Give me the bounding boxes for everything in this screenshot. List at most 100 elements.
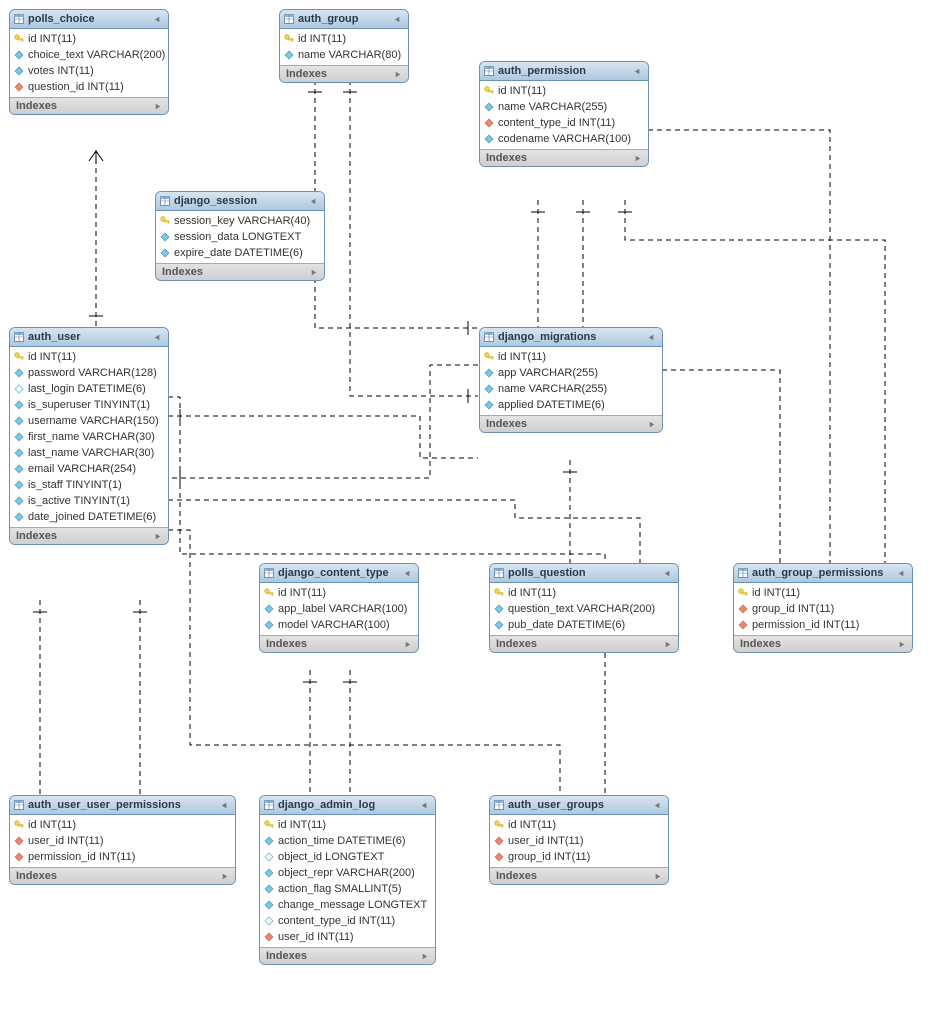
column[interactable]: id INT(11) [280,31,408,47]
table-header[interactable]: polls_choice [10,10,168,29]
column[interactable]: username VARCHAR(150) [10,413,168,429]
column[interactable]: choice_text VARCHAR(200) [10,47,168,63]
table-header[interactable]: auth_user_groups [490,796,668,815]
column[interactable]: object_repr VARCHAR(200) [260,865,435,881]
table-header[interactable]: django_session [156,192,324,211]
table-auth_user[interactable]: auth_user id INT(11) password VARCHAR(12… [9,327,169,545]
column[interactable]: id INT(11) [10,31,168,47]
table-auth_permission[interactable]: auth_permission id INT(11) name VARCHAR(… [479,61,649,167]
column[interactable]: change_message LONGTEXT [260,897,435,913]
column[interactable]: session_data LONGTEXT [156,229,324,245]
column[interactable]: id INT(11) [260,585,418,601]
column[interactable]: action_flag SMALLINT(5) [260,881,435,897]
column[interactable]: user_id INT(11) [10,833,235,849]
column[interactable]: codename VARCHAR(100) [480,131,648,147]
column[interactable]: date_joined DATETIME(6) [10,509,168,525]
collapse-icon[interactable] [653,801,662,810]
column[interactable]: group_id INT(11) [490,849,668,865]
column[interactable]: question_text VARCHAR(200) [490,601,678,617]
collapse-icon[interactable] [403,569,412,578]
column[interactable]: is_staff TINYINT(1) [10,477,168,493]
expand-icon[interactable] [420,952,429,961]
table-header[interactable]: auth_group [280,10,408,29]
column[interactable]: first_name VARCHAR(30) [10,429,168,445]
column[interactable]: id INT(11) [480,349,662,365]
column[interactable]: last_login DATETIME(6) [10,381,168,397]
table-django_session[interactable]: django_session session_key VARCHAR(40) s… [155,191,325,281]
indexes-section[interactable]: Indexes [10,527,168,544]
indexes-section[interactable]: Indexes [480,149,648,166]
expand-icon[interactable] [653,872,662,881]
collapse-icon[interactable] [309,197,318,206]
column[interactable]: user_id INT(11) [260,929,435,945]
indexes-section[interactable]: Indexes [734,635,912,652]
column[interactable]: name VARCHAR(255) [480,99,648,115]
column[interactable]: is_superuser TINYINT(1) [10,397,168,413]
table-header[interactable]: django_content_type [260,564,418,583]
column[interactable]: last_name VARCHAR(30) [10,445,168,461]
collapse-icon[interactable] [420,801,429,810]
expand-icon[interactable] [897,640,906,649]
expand-icon[interactable] [153,532,162,541]
column[interactable]: pub_date DATETIME(6) [490,617,678,633]
column[interactable]: id INT(11) [490,585,678,601]
column[interactable]: email VARCHAR(254) [10,461,168,477]
expand-icon[interactable] [220,872,229,881]
table-polls_choice[interactable]: polls_choice id INT(11) choice_text VARC… [9,9,169,115]
column[interactable]: votes INT(11) [10,63,168,79]
table-auth_user_user_permissions[interactable]: auth_user_user_permissions id INT(11) us… [9,795,236,885]
collapse-icon[interactable] [220,801,229,810]
column[interactable]: app VARCHAR(255) [480,365,662,381]
table-auth_group[interactable]: auth_group id INT(11) name VARCHAR(80) In… [279,9,409,83]
column[interactable]: app_label VARCHAR(100) [260,601,418,617]
column[interactable]: action_time DATETIME(6) [260,833,435,849]
expand-icon[interactable] [403,640,412,649]
column[interactable]: user_id INT(11) [490,833,668,849]
table-django_admin_log[interactable]: django_admin_log id INT(11) action_time … [259,795,436,965]
table-django_content_type[interactable]: django_content_type id INT(11) app_label… [259,563,419,653]
column[interactable]: password VARCHAR(128) [10,365,168,381]
column[interactable]: session_key VARCHAR(40) [156,213,324,229]
column[interactable]: group_id INT(11) [734,601,912,617]
table-auth_group_permissions[interactable]: auth_group_permissions id INT(11) group_… [733,563,913,653]
column[interactable]: id INT(11) [480,83,648,99]
column[interactable]: permission_id INT(11) [10,849,235,865]
collapse-icon[interactable] [153,15,162,24]
column[interactable]: object_id LONGTEXT [260,849,435,865]
indexes-section[interactable]: Indexes [10,867,235,884]
table-header[interactable]: auth_user_user_permissions [10,796,235,815]
column[interactable]: is_active TINYINT(1) [10,493,168,509]
column[interactable]: expire_date DATETIME(6) [156,245,324,261]
table-header[interactable]: auth_permission [480,62,648,81]
indexes-section[interactable]: Indexes [156,263,324,280]
collapse-icon[interactable] [393,15,402,24]
indexes-section[interactable]: Indexes [490,867,668,884]
indexes-section[interactable]: Indexes [490,635,678,652]
column[interactable]: id INT(11) [734,585,912,601]
collapse-icon[interactable] [633,67,642,76]
table-header[interactable]: django_migrations [480,328,662,347]
column[interactable]: model VARCHAR(100) [260,617,418,633]
column[interactable]: question_id INT(11) [10,79,168,95]
column[interactable]: id INT(11) [260,817,435,833]
expand-icon[interactable] [393,70,402,79]
expand-icon[interactable] [647,420,656,429]
column[interactable]: permission_id INT(11) [734,617,912,633]
expand-icon[interactable] [633,154,642,163]
column[interactable]: id INT(11) [490,817,668,833]
table-django_migrations[interactable]: django_migrations id INT(11) app VARCHAR… [479,327,663,433]
indexes-section[interactable]: Indexes [280,65,408,82]
collapse-icon[interactable] [897,569,906,578]
column[interactable]: content_type_id INT(11) [260,913,435,929]
table-header[interactable]: auth_user [10,328,168,347]
table-header[interactable]: auth_group_permissions [734,564,912,583]
table-polls_question[interactable]: polls_question id INT(11) question_text … [489,563,679,653]
indexes-section[interactable]: Indexes [10,97,168,114]
column[interactable]: content_type_id INT(11) [480,115,648,131]
column[interactable]: name VARCHAR(80) [280,47,408,63]
expand-icon[interactable] [309,268,318,277]
table-auth_user_groups[interactable]: auth_user_groups id INT(11) user_id INT(… [489,795,669,885]
indexes-section[interactable]: Indexes [260,947,435,964]
column[interactable]: id INT(11) [10,349,168,365]
collapse-icon[interactable] [663,569,672,578]
